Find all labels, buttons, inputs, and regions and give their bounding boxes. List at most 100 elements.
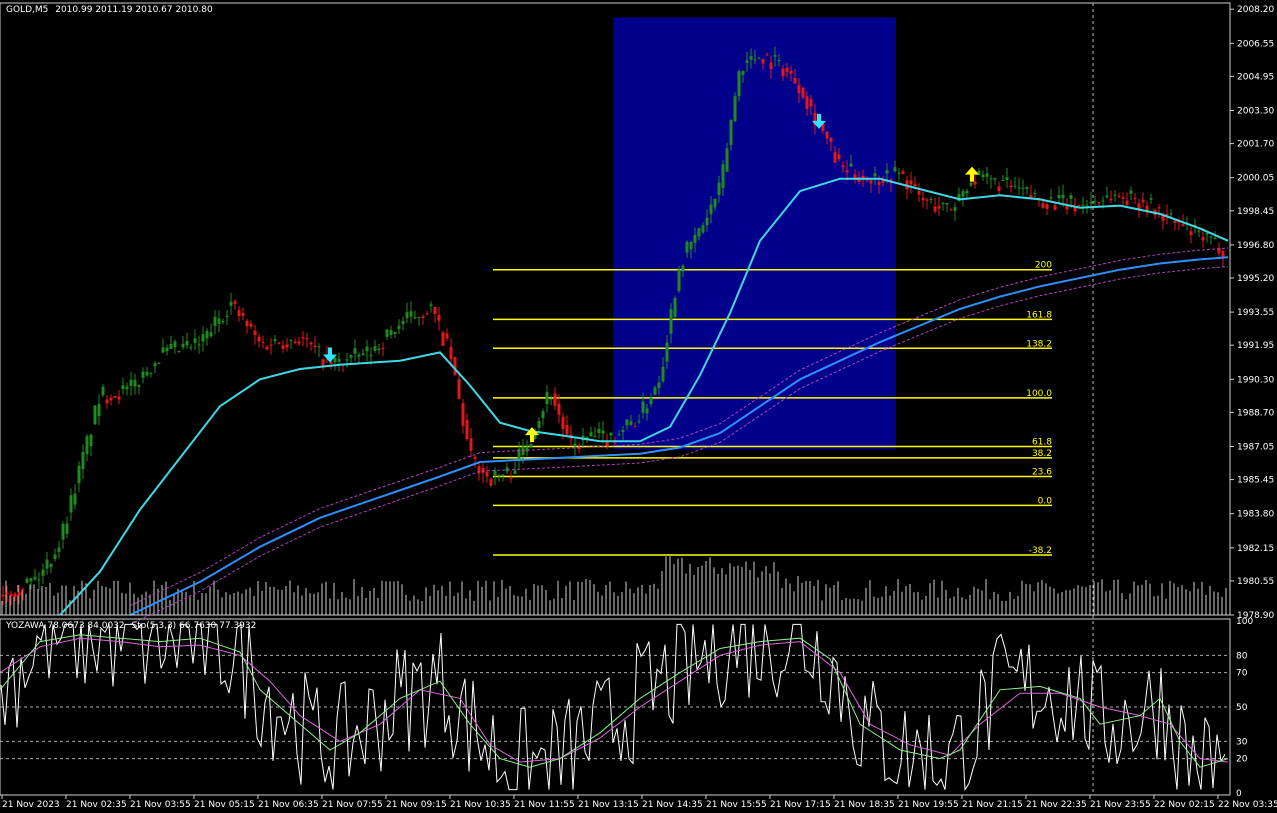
- candle-body: [1053, 205, 1057, 211]
- price-tick-label: 1980.55: [1237, 577, 1274, 587]
- candle-body: [253, 330, 257, 336]
- candle-body: [913, 184, 917, 187]
- candle-body: [649, 397, 653, 405]
- candle-body: [693, 234, 697, 243]
- candle-body: [449, 347, 453, 360]
- candle-body: [485, 471, 489, 477]
- subwindow-header: YOZAWA 78.0673 84.0032 Sto(5,3,3) 66.763…: [5, 621, 256, 631]
- candle-body: [433, 306, 437, 315]
- candle-body: [677, 269, 681, 292]
- candle-body: [69, 495, 73, 513]
- candle-body: [709, 204, 713, 215]
- candle-body: [501, 474, 505, 476]
- candle-body: [17, 592, 21, 596]
- time-tick-label: 21 Nov 09:15: [386, 800, 447, 810]
- time-tick-label: 21 Nov 15:55: [706, 800, 767, 810]
- candle-body: [849, 163, 853, 167]
- price-tick-label: 2000.05: [1237, 174, 1274, 184]
- candle-body: [633, 426, 637, 428]
- candle-body: [293, 341, 297, 343]
- price-tick-label: 2004.95: [1237, 72, 1274, 82]
- candle-body: [733, 96, 737, 121]
- candle-body: [73, 493, 77, 505]
- candle-body: [465, 420, 469, 440]
- time-tick-label: 22 Nov 02:15: [1154, 800, 1215, 810]
- candle-body: [1197, 230, 1201, 232]
- fib-level-label: 0.0: [1038, 496, 1053, 506]
- time-tick-label: 21 Nov 05:15: [194, 800, 255, 810]
- candle-body: [837, 154, 841, 160]
- candle-body: [997, 186, 1001, 192]
- candle-body: [161, 347, 165, 353]
- time-tick-label: 21 Nov 21:15: [962, 800, 1023, 810]
- candle-body: [221, 320, 225, 323]
- candle-body: [661, 366, 665, 382]
- candle-body: [561, 416, 565, 429]
- oscillator-tick-label: 0: [1236, 789, 1242, 799]
- candle-body: [1169, 213, 1173, 215]
- candle-body: [1009, 185, 1013, 188]
- candle-body: [1013, 185, 1017, 187]
- candle-body: [553, 393, 557, 406]
- candle-body: [361, 353, 365, 356]
- candle-body: [513, 470, 517, 475]
- highlight-box: [613, 17, 896, 450]
- candle-body: [377, 348, 381, 350]
- candle-body: [657, 382, 661, 389]
- candle-body: [673, 298, 677, 317]
- candle-body: [985, 173, 989, 177]
- price-tick-label: 1998.45: [1237, 207, 1274, 217]
- candle-body: [1049, 197, 1053, 199]
- candle-body: [121, 385, 125, 390]
- candle-body: [645, 408, 649, 414]
- candle-body: [105, 399, 109, 404]
- candle-body: [113, 396, 117, 398]
- time-tick-label: 21 Nov 14:35: [642, 800, 703, 810]
- trading-chart[interactable]: 200161.8138.2100.061.838.223.60.0-38.2 2…: [0, 0, 1277, 813]
- candle-body: [1021, 187, 1025, 189]
- price-tick-label: 2008.20: [1237, 5, 1274, 15]
- candle-body: [1141, 199, 1145, 203]
- candle-body: [793, 77, 797, 84]
- candle-body: [313, 345, 317, 347]
- candle-body: [833, 152, 837, 163]
- candle-body: [269, 344, 273, 346]
- candle-body: [653, 387, 657, 395]
- candle-body: [461, 402, 465, 426]
- candle-body: [917, 190, 921, 195]
- candle-body: [285, 344, 289, 348]
- candle-body: [921, 197, 925, 201]
- candle-body: [1033, 192, 1037, 194]
- candle-body: [173, 341, 177, 348]
- candle-body: [429, 304, 433, 307]
- candle-body: [229, 301, 233, 306]
- time-tick-label: 22 Nov 03:35: [1218, 800, 1277, 810]
- candle-body: [117, 396, 121, 400]
- candle-body: [785, 67, 789, 72]
- candle-body: [1121, 197, 1125, 199]
- candle-body: [177, 350, 181, 352]
- candle-body: [237, 310, 241, 316]
- candle-body: [133, 379, 137, 387]
- candle-body: [845, 170, 849, 173]
- oscillator-tick-label: 50: [1236, 703, 1248, 713]
- candle-body: [529, 444, 533, 448]
- candle-body: [1133, 197, 1137, 199]
- candle-body: [1173, 220, 1177, 223]
- time-tick-label: 21 Nov 10:35: [450, 800, 511, 810]
- candle-body: [749, 56, 753, 60]
- candle-body: [1001, 180, 1005, 182]
- candle-body: [381, 347, 385, 349]
- candle-body: [989, 178, 993, 180]
- candle-body: [1189, 231, 1193, 236]
- candle-body: [665, 342, 669, 362]
- candle-body: [393, 332, 397, 335]
- candle-body: [13, 593, 17, 597]
- time-tick-label: 21 Nov 2023: [2, 800, 60, 810]
- candle-body: [421, 316, 425, 319]
- candle-body: [933, 206, 937, 212]
- candle-body: [81, 451, 85, 470]
- time-tick-label: 21 Nov 19:55: [898, 800, 959, 810]
- time-tick-label: 21 Nov 07:55: [322, 800, 383, 810]
- price-tick-label: 2003.30: [1237, 107, 1274, 117]
